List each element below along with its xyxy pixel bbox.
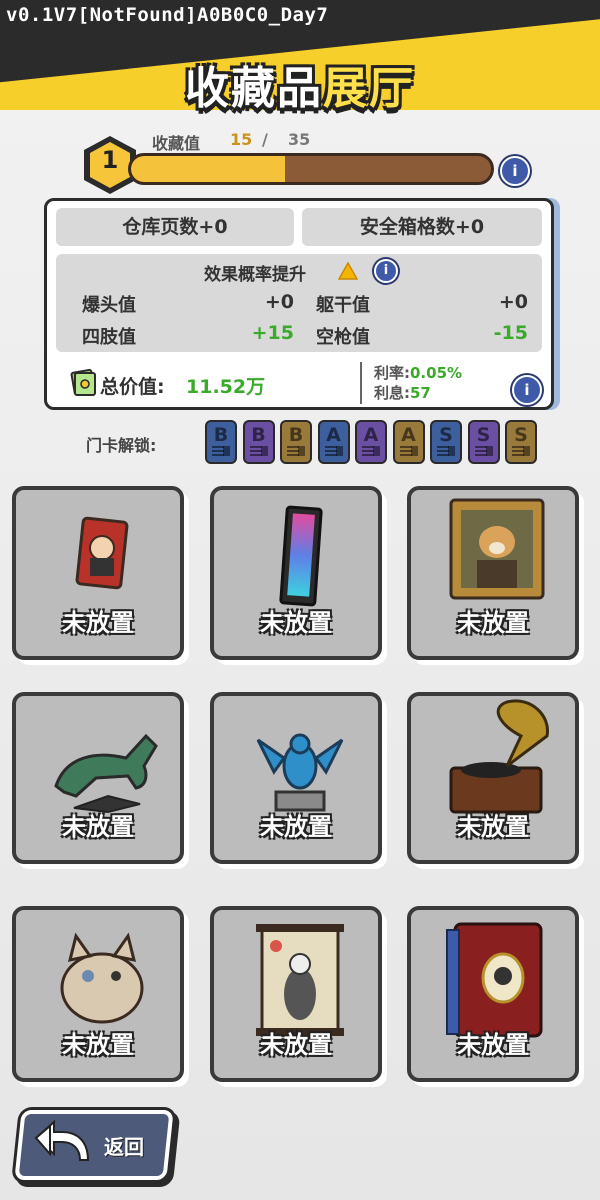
interest-line: 利息:57 — [374, 382, 431, 403]
warning-triangle-icon — [338, 262, 358, 280]
title-part-2: 展厅 — [323, 63, 415, 114]
interest-value: 57 — [410, 384, 431, 402]
version-text: v0.1V7[NotFound]A0B0C0_Day7 — [6, 4, 329, 26]
total-value-label: 总价值: — [100, 376, 165, 398]
keycard-chip — [223, 446, 230, 456]
keycard-chip — [485, 446, 493, 456]
slot-status-label: 未放置 — [260, 813, 332, 841]
stat-value-empty-gun: -15 — [493, 322, 528, 344]
rate-label: 利率: — [374, 364, 410, 382]
back-arrow-icon — [34, 1119, 90, 1161]
keycard-chip — [335, 446, 343, 456]
keycard-b-icon[interactable]: B — [205, 420, 237, 464]
card-divider — [360, 362, 362, 404]
collection-slot[interactable]: 未放置 — [12, 486, 184, 660]
collection-slot[interactable]: 未放置 — [210, 486, 382, 660]
slot-status-label: 未放置 — [260, 1031, 332, 1059]
slot-status-label: 未放置 — [457, 609, 529, 637]
collection-progress-bar — [128, 153, 494, 185]
collection-max: 35 — [288, 130, 311, 149]
collection-current: 15 — [230, 130, 253, 149]
keycard-s-icon[interactable]: S — [430, 420, 462, 464]
collection-slot[interactable]: 未放置 — [407, 692, 579, 864]
money-stack-icon — [70, 368, 96, 396]
interest-info-icon[interactable]: i — [512, 375, 542, 405]
keycard-chip — [260, 446, 268, 456]
keycard-b-icon[interactable]: B — [242, 420, 275, 464]
collection-slot[interactable]: 未放置 — [12, 692, 184, 864]
keycard-chip — [523, 446, 530, 456]
keycard-letter: S — [439, 424, 453, 446]
stat-label-torso: 躯干值 — [316, 295, 370, 316]
keycard-letter: A — [326, 424, 341, 446]
keycard-letter: A — [401, 424, 416, 446]
keycard-s-icon[interactable]: S — [505, 420, 537, 464]
keycard-letter: B — [213, 424, 229, 446]
keycard-letter: A — [363, 424, 379, 446]
keycard-a-icon[interactable]: A — [317, 420, 350, 464]
keycard-unlock-label: 门卡解锁: — [86, 436, 157, 455]
stat-value-limbs: +15 — [251, 322, 294, 344]
collection-progress-fill — [131, 156, 286, 182]
stat-label-limbs: 四肢值 — [82, 327, 136, 348]
keycard-letter: B — [288, 424, 304, 446]
stat-label-empty-gun: 空枪值 — [316, 327, 370, 348]
collection-slot[interactable]: 未放置 — [210, 906, 382, 1082]
back-label[interactable]: 返回 — [104, 1131, 144, 1160]
slot-status-label: 未放置 — [457, 813, 529, 841]
title-part-1: 收藏品 — [185, 63, 323, 114]
effect-info-icon[interactable]: i — [374, 259, 398, 283]
collection-slot[interactable]: 未放置 — [210, 692, 382, 864]
effect-title: 效果概率提升 — [204, 260, 306, 285]
slot-status-label: 未放置 — [457, 1031, 529, 1059]
keycard-chip — [448, 446, 455, 456]
keycard-letter: S — [514, 424, 528, 446]
keycard-chip — [298, 446, 305, 456]
stat-label-headshot: 爆头值 — [82, 295, 136, 316]
collection-separator: / — [262, 130, 268, 149]
collection-slot[interactable]: 未放置 — [407, 906, 579, 1082]
effect-title-text: 效果概率提升 — [204, 265, 306, 285]
collection-value-label: 收藏值 — [152, 134, 201, 153]
collection-info-icon[interactable]: i — [500, 156, 530, 186]
collection-slot[interactable]: 未放置 — [12, 906, 184, 1082]
rate-line: 利率:0.05% — [374, 362, 462, 383]
collection-slot[interactable]: 未放置 — [407, 486, 579, 660]
keycard-s-icon[interactable]: S — [467, 420, 500, 464]
keycard-b-icon[interactable]: B — [280, 420, 312, 464]
stat-value-headshot: +0 — [264, 291, 294, 313]
keycard-letter: S — [476, 424, 491, 446]
page-title: 收藏品展厅 — [0, 52, 600, 116]
stat-value-torso: +0 — [498, 291, 528, 313]
keycard-chip — [373, 446, 380, 456]
safe-slots-pill: 安全箱格数+0 — [302, 208, 542, 246]
slot-status-label: 未放置 — [260, 609, 332, 637]
interest-label: 利息: — [374, 384, 410, 402]
keycard-chip — [410, 446, 418, 456]
slot-status-label: 未放置 — [62, 1031, 134, 1059]
slot-status-label: 未放置 — [62, 813, 134, 841]
warehouse-pages-pill: 仓库页数+0 — [56, 208, 294, 246]
total-value: 11.52万 — [186, 376, 266, 398]
keycard-a-icon[interactable]: A — [355, 420, 387, 464]
slot-status-label: 未放置 — [62, 609, 134, 637]
keycard-a-icon[interactable]: A — [392, 420, 425, 464]
keycard-letter: B — [251, 424, 266, 446]
rate-value: 0.05% — [410, 364, 463, 382]
